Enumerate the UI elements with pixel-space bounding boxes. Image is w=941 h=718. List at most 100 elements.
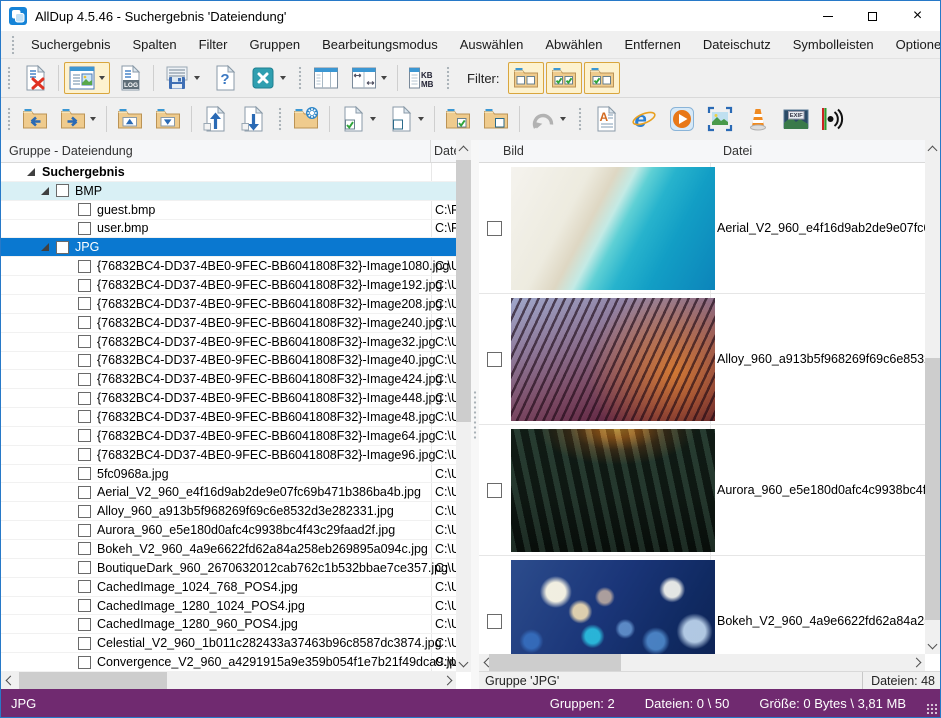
show-log-button[interactable]: LOG — [112, 62, 148, 94]
row-checkbox[interactable] — [78, 260, 91, 273]
scrollbar-thumb[interactable] — [456, 160, 471, 422]
dropdown-arrow-icon[interactable] — [90, 117, 96, 121]
file-row[interactable]: Bokeh_V2_960_4a9e6622fd62a84a258eb269895… — [479, 556, 925, 654]
scroll-left-button[interactable] — [1, 672, 16, 689]
history-forward-button[interactable] — [55, 101, 101, 137]
expander-icon[interactable] — [27, 168, 35, 176]
row-checkbox[interactable] — [78, 316, 91, 329]
select-file-button[interactable] — [335, 101, 381, 137]
column-header-select[interactable] — [479, 140, 503, 162]
column-header-bild[interactable]: Bild — [503, 144, 711, 158]
tree-row[interactable]: BMP — [1, 182, 456, 201]
tree-row[interactable]: CachedImage_1024_768_POS4.jpgC:\U — [1, 578, 456, 597]
open-vlc-button[interactable] — [740, 101, 776, 137]
remove-search-result-button[interactable] — [17, 62, 53, 94]
tree-row[interactable]: Suchergebnis — [1, 163, 456, 182]
file-up-button[interactable] — [197, 101, 233, 137]
tree-row[interactable]: {76832BC4-DD37-4BE0-9FEC-BB6041808F32}-I… — [1, 276, 456, 295]
scrollbar-thumb[interactable] — [19, 672, 167, 689]
image-thumbnail-bokeh[interactable] — [511, 560, 715, 655]
file-checkbox[interactable] — [487, 221, 502, 236]
column-header-gruppe-dateiendung[interactable]: Gruppe - Dateiendung — [1, 140, 431, 162]
scrollbar-thumb[interactable] — [489, 654, 621, 671]
open-text-viewer-button[interactable]: A — [588, 101, 624, 137]
folder-options-button[interactable] — [288, 101, 324, 137]
expander-icon[interactable] — [41, 187, 49, 195]
panel-splitter[interactable] — [471, 140, 479, 689]
tree-row[interactable]: JPG — [1, 238, 456, 257]
filter-groups-partial-selection-button[interactable] — [584, 62, 620, 94]
select-folder-button[interactable] — [440, 101, 476, 137]
open-internet-explorer-button[interactable]: e — [626, 101, 662, 137]
row-checkbox[interactable] — [56, 241, 69, 254]
show-exif-button[interactable]: EXIF — [778, 101, 814, 137]
help-button[interactable]: ? — [207, 62, 243, 94]
menu-item-symbolleisten[interactable]: Symbolleisten — [782, 37, 885, 52]
row-checkbox[interactable] — [78, 448, 91, 461]
menu-item-abw-hlen[interactable]: Abwählen — [534, 37, 613, 52]
row-checkbox[interactable] — [78, 410, 91, 423]
open-media-player-button[interactable] — [664, 101, 700, 137]
deselect-file-button[interactable] — [383, 101, 429, 137]
tree-row[interactable]: {76832BC4-DD37-4BE0-9FEC-BB6041808F32}-I… — [1, 389, 456, 408]
scrollbar-thumb[interactable] — [925, 358, 940, 620]
tree-horizontal-scrollbar[interactable] — [1, 672, 456, 689]
row-checkbox[interactable] — [78, 429, 91, 442]
tree-row[interactable]: 5fc0968a.jpgC:\U — [1, 465, 456, 484]
menubar-grip[interactable] — [10, 34, 15, 56]
dropdown-arrow-icon[interactable] — [99, 76, 105, 80]
file-checkbox[interactable] — [487, 352, 502, 367]
row-checkbox[interactable] — [56, 184, 69, 197]
expander-icon[interactable] — [41, 243, 49, 251]
menu-item-dateischutz[interactable]: Dateischutz — [692, 37, 782, 52]
close-search-result-button[interactable] — [245, 62, 291, 94]
tree-row[interactable]: {76832BC4-DD37-4BE0-9FEC-BB6041808F32}-I… — [1, 427, 456, 446]
tree-row[interactable]: Convergence_V2_960_a4291915a9e359b054f1e… — [1, 653, 456, 672]
row-checkbox[interactable] — [78, 486, 91, 499]
row-checkbox[interactable] — [78, 599, 91, 612]
file-checkbox[interactable] — [487, 483, 502, 498]
row-checkbox[interactable] — [78, 335, 91, 348]
row-checkbox[interactable] — [78, 656, 91, 669]
row-checkbox[interactable] — [78, 542, 91, 555]
dropdown-arrow-icon[interactable] — [280, 76, 286, 80]
row-checkbox[interactable] — [78, 203, 91, 216]
tree-row[interactable]: {76832BC4-DD37-4BE0-9FEC-BB6041808F32}-I… — [1, 295, 456, 314]
tree-row[interactable]: guest.bmpC:\P — [1, 201, 456, 220]
filter-groups-all-selected-button[interactable] — [546, 62, 582, 94]
tree-row[interactable]: CachedImage_1280_960_POS4.jpgC:\U — [1, 615, 456, 634]
tree-row[interactable]: Celestial_V2_960_1b011c282433a37463b96c8… — [1, 634, 456, 653]
tree-row[interactable]: Aerial_V2_960_e4f16d9ab2de9e07fc69b471b3… — [1, 483, 456, 502]
files-horizontal-scrollbar[interactable] — [479, 654, 925, 671]
row-checkbox[interactable] — [78, 354, 91, 367]
maximize-button[interactable] — [850, 1, 895, 31]
tree-row[interactable]: {76832BC4-DD37-4BE0-9FEC-BB6041808F32}-I… — [1, 333, 456, 352]
row-checkbox[interactable] — [78, 279, 91, 292]
tree-vertical-scrollbar[interactable] — [456, 140, 471, 672]
toolbar-grip[interactable] — [297, 65, 302, 91]
file-checkbox[interactable] — [487, 614, 502, 629]
toolbar-grip[interactable] — [577, 106, 582, 132]
file-row[interactable]: Aurora_960_e5e180d0afc4c9938bc4f43c29faa… — [479, 425, 925, 556]
menu-item-optionen[interactable]: Optionen — [885, 37, 941, 52]
open-image-viewer-button[interactable] — [702, 101, 738, 137]
tree-row[interactable]: {76832BC4-DD37-4BE0-9FEC-BB6041808F32}-I… — [1, 446, 456, 465]
tree-row[interactable]: {76832BC4-DD37-4BE0-9FEC-BB6041808F32}-I… — [1, 314, 456, 333]
scroll-down-button[interactable] — [456, 655, 471, 672]
scroll-right-button[interactable] — [441, 672, 456, 689]
toolbar-grip[interactable] — [6, 65, 11, 91]
play-audio-button[interactable] — [816, 101, 852, 137]
tree-row[interactable]: CachedImage_1280_1024_POS4.jpgC:\U — [1, 597, 456, 616]
filter-groups-no-selection-button[interactable] — [508, 62, 544, 94]
menu-item-filter[interactable]: Filter — [188, 37, 239, 52]
tree-row[interactable]: Aurora_960_e5e180d0afc4c9938bc4f43c29faa… — [1, 521, 456, 540]
menu-item-entfernen[interactable]: Entfernen — [613, 37, 691, 52]
tree-row[interactable]: Bokeh_V2_960_4a9e6622fd62a84a258eb269895… — [1, 540, 456, 559]
tree-row[interactable]: {76832BC4-DD37-4BE0-9FEC-BB6041808F32}-I… — [1, 257, 456, 276]
tree-row[interactable]: {76832BC4-DD37-4BE0-9FEC-BB6041808F32}-I… — [1, 370, 456, 389]
tree-row[interactable]: BoutiqueDark_960_2670632012cab762c1b532b… — [1, 559, 456, 578]
row-checkbox[interactable] — [78, 222, 91, 235]
row-checkbox[interactable] — [78, 524, 91, 537]
row-checkbox[interactable] — [78, 373, 91, 386]
tree-row[interactable]: Alloy_960_a913b5f968269f69c6e8532d3e2823… — [1, 502, 456, 521]
